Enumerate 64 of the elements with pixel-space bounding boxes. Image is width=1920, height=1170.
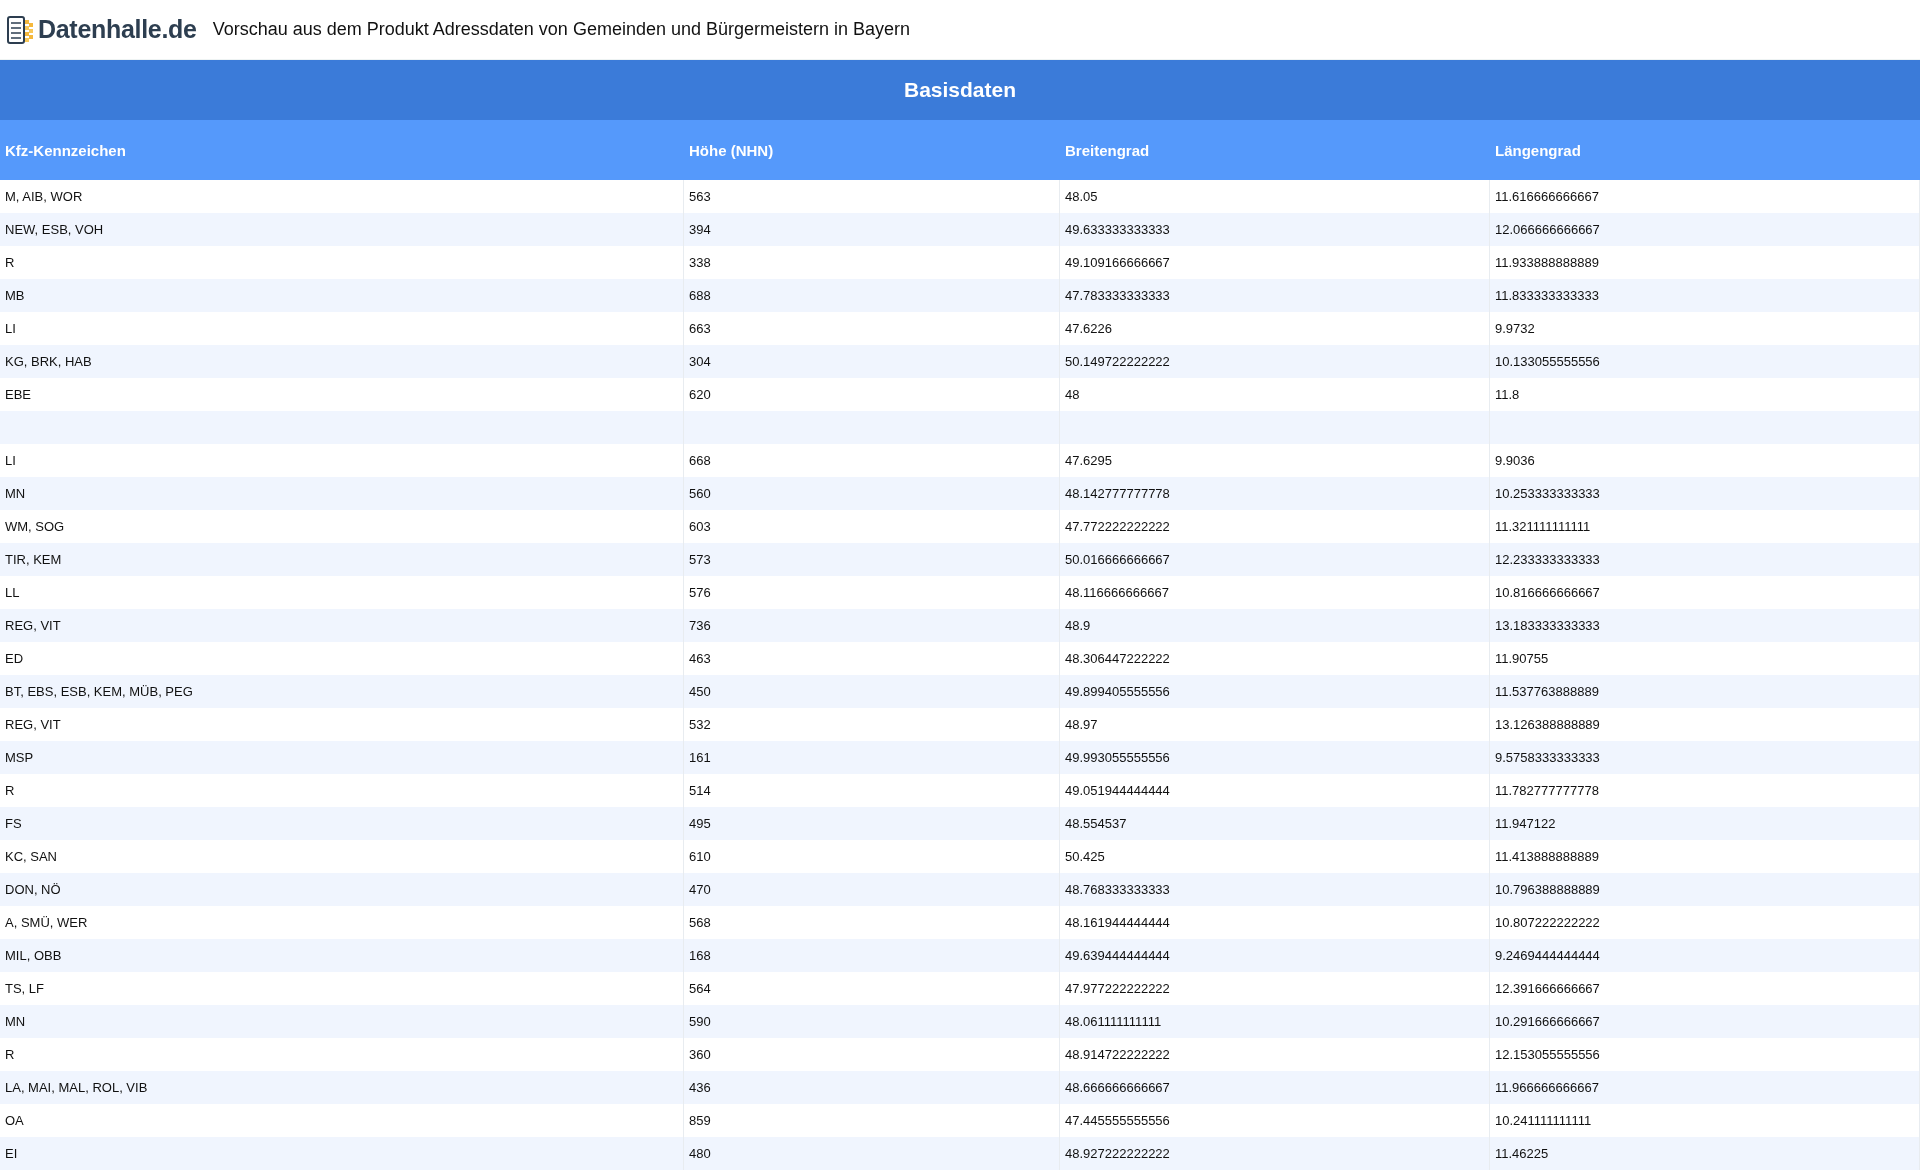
table-cell: MB: [0, 279, 684, 312]
table-cell: 50.149722222222: [1060, 345, 1490, 378]
table-cell: 304: [684, 345, 1060, 378]
table-cell: 10.253333333333: [1490, 477, 1920, 510]
table-cell: 48.666666666667: [1060, 1071, 1490, 1104]
logo-text: Datenhalle.de: [38, 15, 197, 44]
column-header: Kfz-Kennzeichen: [0, 120, 684, 180]
table-cell: 10.291666666667: [1490, 1005, 1920, 1038]
table-cell: 48.927222222222: [1060, 1137, 1490, 1170]
page-title: Vorschau aus dem Produkt Adressdaten von Gemeinden und Bürgermeistern in Bayern: [212, 19, 911, 40]
table-cell: 11.46225: [1490, 1137, 1920, 1170]
table-cell: 48.061111111111: [1060, 1005, 1490, 1038]
table-cell: 49.633333333333: [1060, 213, 1490, 246]
table-cell: 50.016666666667: [1060, 543, 1490, 576]
table-cell: 49.639444444444: [1060, 939, 1490, 972]
column-header: Höhe (NHN): [684, 120, 1060, 180]
table-cell: 168: [684, 939, 1060, 972]
table-cell: 161: [684, 741, 1060, 774]
table-cell: FS: [0, 807, 684, 840]
table-cell: MN: [0, 477, 684, 510]
table-cell: 10.796388888889: [1490, 873, 1920, 906]
table-cell: 11.966666666667: [1490, 1071, 1920, 1104]
table-cell: 450: [684, 675, 1060, 708]
table-cell: 12.066666666667: [1490, 213, 1920, 246]
table-cell: BT, EBS, ESB, KEM, MÜB, PEG: [0, 675, 684, 708]
table-cell: 9.5758333333333: [1490, 741, 1920, 774]
table-cell: NEW, ESB, VOH: [0, 213, 684, 246]
table-cell: 48.768333333333: [1060, 873, 1490, 906]
table-cell: 11.537763888889: [1490, 675, 1920, 708]
table-cell: MIL, OBB: [0, 939, 684, 972]
column-header: Längengrad: [1490, 120, 1920, 180]
table-cell: 560: [684, 477, 1060, 510]
table-cell: 49.899405555556: [1060, 675, 1490, 708]
table-cell: 10.133055555556: [1490, 345, 1920, 378]
table-cell: DON, NÖ: [0, 873, 684, 906]
table-cell: 736: [684, 609, 1060, 642]
table-cell: LA, MAI, MAL, ROL, VIB: [0, 1071, 684, 1104]
table-cell: 11.947122: [1490, 807, 1920, 840]
table-cell: 470: [684, 873, 1060, 906]
table-cell: 436: [684, 1071, 1060, 1104]
section-title: Basisdaten: [0, 60, 1920, 120]
table-cell: EI: [0, 1137, 684, 1170]
table-cell: 394: [684, 213, 1060, 246]
table-cell: 11.833333333333: [1490, 279, 1920, 312]
table-cell: 480: [684, 1137, 1060, 1170]
table-cell: 495: [684, 807, 1060, 840]
table-cell: 48.142777777778: [1060, 477, 1490, 510]
column-header: Breitengrad: [1060, 120, 1490, 180]
table-cell: REG, VIT: [0, 609, 684, 642]
table-cell: 688: [684, 279, 1060, 312]
table-cell: MN: [0, 1005, 684, 1038]
table-cell: 573: [684, 543, 1060, 576]
table-cell: TIR, KEM: [0, 543, 684, 576]
table-cell: 49.993055555556: [1060, 741, 1490, 774]
table-cell: 48.554537: [1060, 807, 1490, 840]
table-cell: 590: [684, 1005, 1060, 1038]
table-cell: KG, BRK, HAB: [0, 345, 684, 378]
table-cell: 12.233333333333: [1490, 543, 1920, 576]
table-cell: 13.183333333333: [1490, 609, 1920, 642]
table-cell: 47.783333333333: [1060, 279, 1490, 312]
server-stack-icon: [6, 14, 34, 45]
table-cell: 9.2469444444444: [1490, 939, 1920, 972]
table-cell: 48.9: [1060, 609, 1490, 642]
table-cell: MSP: [0, 741, 684, 774]
